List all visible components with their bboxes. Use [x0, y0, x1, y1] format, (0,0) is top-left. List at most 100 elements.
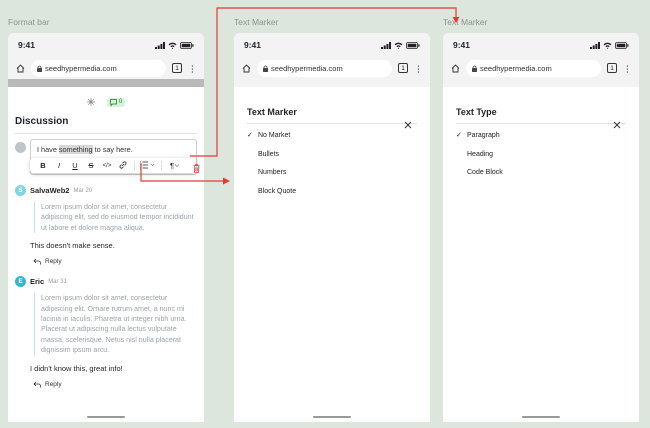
- option-heading[interactable]: Heading: [456, 145, 626, 164]
- comment-author[interactable]: Eric: [30, 277, 44, 286]
- compose-text-selected: something: [58, 145, 93, 154]
- status-bar: 9:41: [443, 33, 639, 57]
- url-bar[interactable]: seedhypermedia.com: [466, 59, 601, 77]
- avatar: [15, 142, 26, 153]
- arrow-head-text-marker: [223, 177, 230, 185]
- lock-icon: [263, 65, 268, 72]
- status-bar: 9:41: [234, 33, 430, 57]
- text-marker-sheet: Text Marker ✓ No Market Bullets Numbers …: [234, 107, 430, 201]
- option-no-marker[interactable]: ✓ No Market: [247, 126, 417, 145]
- phone-text-marker: 9:41 seedhypermedia.com 1 ⋯ Text Marker …: [234, 33, 430, 422]
- option-label: Heading: [467, 150, 494, 158]
- divider: [15, 133, 197, 134]
- url-bar[interactable]: seedhypermedia.com: [31, 59, 166, 77]
- option-code-block[interactable]: Code Block: [456, 163, 626, 182]
- tab-count-button[interactable]: 1: [398, 63, 408, 73]
- battery-icon: [406, 41, 420, 49]
- toolbar-separator: [134, 161, 135, 170]
- trash-icon[interactable]: [193, 164, 200, 173]
- url-text: seedhypermedia.com: [271, 63, 343, 73]
- sheet-title: Text Marker: [247, 107, 297, 117]
- compose-text-before: I have: [37, 145, 59, 154]
- bold-button[interactable]: B: [35, 161, 51, 170]
- status-icons: [381, 41, 420, 49]
- wifi-icon: [168, 42, 177, 49]
- close-icon[interactable]: [613, 121, 621, 129]
- option-label: Paragraph: [467, 131, 500, 139]
- text-type-sheet: Text Type ✓ Paragraph Heading Code Block: [443, 107, 639, 182]
- frame-label-text-marker: Text Marker: [234, 17, 279, 27]
- close-icon[interactable]: [404, 121, 412, 129]
- check-icon: ✓: [456, 132, 462, 140]
- reply-label: Reply: [45, 258, 62, 266]
- discussion-panel: 0 Discussion I have something to say her…: [8, 95, 204, 388]
- option-bullets[interactable]: Bullets: [247, 145, 417, 164]
- quoted-text: Lorem ipsum dolor sit amet, consectetur …: [34, 293, 197, 356]
- comment-icon: [109, 98, 117, 106]
- option-block-quote[interactable]: Block Quote: [247, 182, 417, 201]
- comment-date: Mar 31: [48, 278, 67, 285]
- status-bar: 9:41: [8, 33, 204, 57]
- italic-button[interactable]: I: [51, 161, 67, 170]
- avatar: E: [15, 276, 26, 288]
- home-indicator: [522, 416, 560, 418]
- sparkle-icon[interactable]: [86, 98, 95, 106]
- reply-icon: [33, 381, 41, 388]
- reply-icon: [33, 258, 41, 265]
- home-indicator: [87, 416, 125, 418]
- link-button[interactable]: [115, 160, 131, 171]
- chevron-down-icon: [174, 164, 180, 167]
- option-label: Bullets: [258, 150, 280, 158]
- option-label: Code Block: [467, 169, 503, 177]
- comment-count: 0: [118, 99, 123, 105]
- reply-button[interactable]: Reply: [33, 258, 197, 265]
- home-icon[interactable]: [16, 63, 25, 73]
- more-menu-icon[interactable]: ⋯: [623, 64, 633, 72]
- frame-label-format-bar: Format bar: [8, 17, 50, 27]
- text-type-button[interactable]: ¶: [165, 161, 185, 170]
- strikethrough-button[interactable]: S: [83, 161, 99, 170]
- comment-count-badge[interactable]: 0: [106, 97, 126, 107]
- frame-label-text-type: Text Marker: [443, 17, 488, 27]
- code-button[interactable]: </>: [99, 163, 115, 169]
- url-text: seedhypermedia.com: [480, 63, 552, 73]
- comment-header: E Eric Mar 31: [15, 276, 197, 288]
- phone-format-bar: 9:41 seedhypermedia.com 1 ⋯ 0 Discussion: [8, 33, 204, 422]
- option-numbers[interactable]: Numbers: [247, 163, 417, 182]
- comment-text: I didn't know this, great info!: [30, 363, 123, 373]
- url-bar[interactable]: seedhypermedia.com: [257, 59, 392, 77]
- reply-button[interactable]: Reply: [33, 381, 197, 388]
- format-toolbar: B I U S </> ¶: [30, 158, 196, 173]
- tab-count-button[interactable]: 1: [172, 63, 182, 73]
- status-icons: [155, 41, 194, 49]
- wifi-icon: [603, 42, 612, 49]
- divider: [456, 123, 626, 124]
- home-icon[interactable]: [451, 63, 460, 73]
- more-menu-icon[interactable]: ⋯: [414, 64, 424, 72]
- dim-overlay-band: [8, 79, 204, 87]
- check-icon: ✓: [247, 132, 253, 140]
- status-icons: [590, 41, 629, 49]
- home-icon[interactable]: [242, 63, 251, 73]
- underline-button[interactable]: U: [67, 161, 83, 170]
- signal-icon: [590, 41, 600, 49]
- comment-author[interactable]: SalvaWeb2: [30, 186, 69, 195]
- wifi-icon: [394, 42, 403, 49]
- battery-icon: [615, 41, 629, 49]
- option-paragraph[interactable]: ✓ Paragraph: [456, 126, 626, 145]
- marker-options: ✓ No Market Bullets Numbers Block Quote: [247, 126, 417, 201]
- list-marker-button[interactable]: [138, 161, 158, 171]
- option-label: Block Quote: [258, 187, 297, 195]
- avatar: S: [15, 185, 26, 196]
- more-menu-icon[interactable]: ⋯: [188, 64, 198, 72]
- browser-url-row: seedhypermedia.com 1 ⋯: [443, 57, 639, 79]
- comment-text: This doesn't make sense.: [30, 241, 115, 251]
- tab-count-button[interactable]: 1: [607, 63, 617, 73]
- option-label: Numbers: [258, 169, 287, 177]
- browser-url-row: seedhypermedia.com 1 ⋯: [234, 57, 430, 79]
- discussion-icons: 0: [15, 95, 197, 109]
- sheet-top-edge: [234, 79, 430, 87]
- compose-text-after: to say here.: [92, 145, 133, 154]
- discussion-title: Discussion: [15, 116, 69, 127]
- option-label: No Market: [258, 131, 291, 139]
